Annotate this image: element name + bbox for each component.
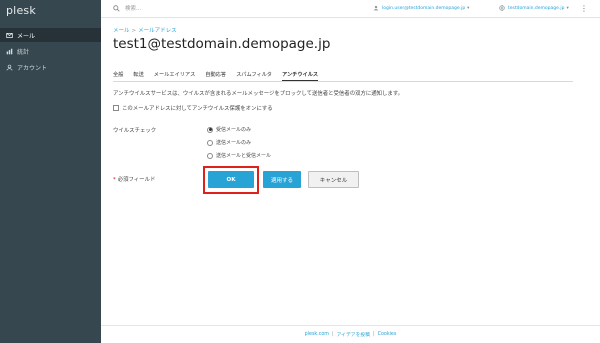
breadcrumb-item-mail[interactable]: メール bbox=[113, 28, 130, 34]
required-fields-note: * 必須フィールド bbox=[113, 175, 155, 183]
sidebar-item-label: メール bbox=[17, 32, 36, 40]
footer-link-plesk[interactable]: plesk.com bbox=[305, 332, 329, 337]
tab-aliases[interactable]: メールエイリアス bbox=[154, 71, 196, 81]
top-bar: 検索... login.user@testdomain.demopage.jp … bbox=[101, 0, 600, 18]
radio-outgoing-only[interactable]: 送信メールのみ bbox=[207, 139, 251, 146]
search-input[interactable]: 検索... bbox=[125, 4, 141, 12]
required-mark: * bbox=[113, 177, 116, 183]
tab-antivirus[interactable]: アンチウイルス bbox=[281, 71, 319, 81]
domain-menu[interactable]: testdomain.demopage.jp ▾ bbox=[499, 5, 569, 11]
tab-bar: 全般 転送 メールエイリアス 自動応答 スパムフィルタ アンチウイルス bbox=[113, 71, 573, 82]
main-content: メール > メールアドレス test1@testdomain.demopage.jp… bbox=[101, 18, 600, 325]
chevron-down-icon: ▾ bbox=[467, 5, 470, 11]
required-label: 必須フィールド bbox=[117, 177, 156, 183]
radio-both[interactable]: 送信メールと受信メール bbox=[207, 152, 271, 159]
more-menu-icon[interactable]: ⋮ bbox=[580, 4, 588, 13]
antivirus-enable-label: このメールアドレスに対してアンチウイルス保護をオンにする bbox=[122, 106, 273, 112]
radio-label: 受信メールのみ bbox=[216, 127, 252, 133]
page-title: test1@testdomain.demopage.jp bbox=[113, 36, 331, 52]
antivirus-enable-checkbox[interactable] bbox=[113, 105, 119, 111]
sidebar-item-account[interactable]: アカウント bbox=[0, 60, 101, 74]
radio-incoming-only[interactable]: 受信メールのみ bbox=[207, 126, 251, 133]
apply-button[interactable]: 適用する bbox=[263, 171, 301, 188]
globe-icon bbox=[499, 5, 505, 11]
radio-label: 送信メールと受信メール bbox=[216, 153, 272, 159]
tab-general[interactable]: 全般 bbox=[113, 71, 123, 81]
antivirus-enable-row[interactable]: このメールアドレスに対してアンチウイルス保護をオンにする bbox=[113, 104, 273, 112]
breadcrumb-item-addresses[interactable]: メールアドレス bbox=[138, 28, 177, 34]
sidebar-item-label: 統計 bbox=[17, 48, 30, 56]
sidebar-item-mail[interactable]: メール bbox=[0, 28, 101, 42]
chart-icon bbox=[6, 48, 13, 54]
radio-button[interactable] bbox=[207, 139, 213, 146]
tab-autoreply[interactable]: 自動応答 bbox=[205, 71, 226, 81]
user-name: login.user@testdomain.demopage.jp bbox=[382, 5, 466, 11]
radio-button[interactable] bbox=[207, 126, 213, 133]
footer: plesk.com | アイデアを投稿 | Cookies bbox=[101, 325, 600, 343]
breadcrumb: メール > メールアドレス bbox=[113, 26, 177, 34]
tab-forwarding[interactable]: 転送 bbox=[133, 71, 143, 81]
radio-label: 送信メールのみ bbox=[216, 140, 252, 146]
antivirus-description: アンチウイルスサービスは、ウイルスが含まれるメールメッセージをブロックして送信者… bbox=[113, 91, 404, 97]
user-menu[interactable]: login.user@testdomain.demopage.jp ▾ bbox=[373, 5, 469, 11]
radio-button[interactable] bbox=[207, 152, 213, 159]
footer-link-cookies[interactable]: Cookies bbox=[378, 332, 397, 337]
chevron-down-icon: ▾ bbox=[566, 5, 569, 11]
user-icon bbox=[373, 5, 379, 11]
domain-name: testdomain.demopage.jp bbox=[508, 5, 565, 11]
footer-separator: | bbox=[332, 332, 334, 337]
footer-link-ideas[interactable]: アイデアを投稿 bbox=[337, 331, 370, 338]
sidebar-item-label: アカウント bbox=[17, 64, 48, 72]
sidebar: plesk メール 統計 アカウント bbox=[0, 0, 101, 343]
sidebar-item-stats[interactable]: 統計 bbox=[0, 44, 101, 58]
account-icon bbox=[6, 64, 13, 71]
ok-button[interactable]: OK bbox=[208, 171, 254, 188]
breadcrumb-separator: > bbox=[131, 28, 137, 34]
plesk-logo[interactable]: plesk bbox=[6, 4, 36, 17]
search-box[interactable]: 検索... bbox=[113, 4, 141, 12]
search-icon bbox=[113, 4, 120, 12]
mail-icon bbox=[6, 32, 13, 38]
cancel-button[interactable]: キャンセル bbox=[308, 171, 359, 188]
tab-spam-filter[interactable]: スパムフィルタ bbox=[236, 71, 272, 81]
virus-check-label: ウイルスチェック bbox=[113, 128, 157, 134]
footer-separator: | bbox=[372, 332, 375, 337]
